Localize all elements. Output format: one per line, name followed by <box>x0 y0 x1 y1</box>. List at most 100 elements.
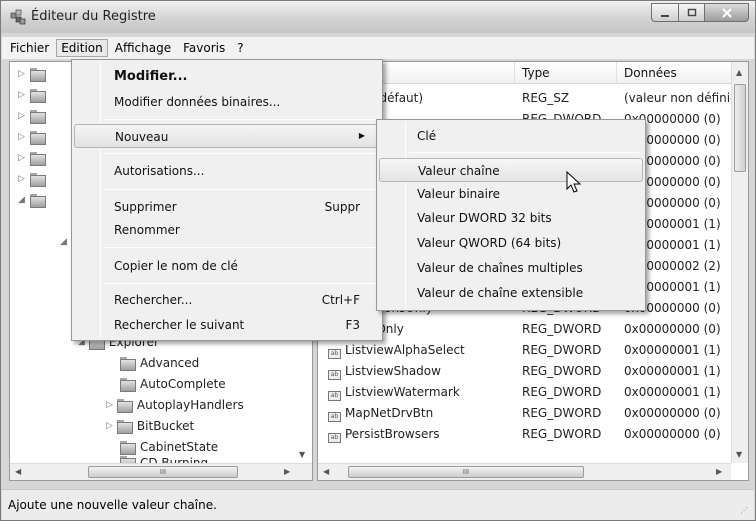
expand-arrow-icon[interactable]: ▷ <box>18 69 25 79</box>
status-bar: Ajoute une nouvelle valeur chaîne. ⋰ <box>2 489 754 520</box>
close-button[interactable] <box>705 3 749 22</box>
table-row[interactable]: ab PersistBrowsers REG_DWORD 0x00000000 (… <box>318 424 736 445</box>
expand-arrow-icon[interactable]: ▷ <box>18 132 25 142</box>
menu-item-label: Valeur chaîne <box>418 164 500 178</box>
tree-item-advanced[interactable]: Advanced <box>120 352 199 373</box>
reg-value-icon: ab <box>328 370 341 380</box>
maximize-icon <box>687 8 696 16</box>
expand-arrow-icon[interactable]: ▷ <box>18 111 25 121</box>
table-row[interactable]: ab ListviewAlphaSelect REG_DWORD 0x000000… <box>318 340 736 361</box>
minimize-button[interactable] <box>651 3 679 22</box>
tree-horizontal-scrollbar[interactable]: ◀ III ▶ <box>10 463 312 480</box>
tree-item-label: CabinetState <box>140 439 219 454</box>
menu-item-modifier-binaire[interactable]: Modifier données binaires... <box>74 90 380 114</box>
folder-icon <box>30 89 46 103</box>
edition-menu: Modifier... Modifier données binaires...… <box>71 59 383 341</box>
table-row[interactable]: ab ListviewWatermark REG_DWORD 0x00000001… <box>318 382 736 403</box>
mouse-cursor-icon <box>566 171 582 193</box>
tree-item-autoplayhandlers[interactable]: ▷ AutoplayHandlers <box>106 394 244 415</box>
title-bar[interactable]: Éditeur du Registre <box>1 1 755 33</box>
scroll-right-arrow-icon[interactable]: ▶ <box>284 467 290 476</box>
expand-arrow-icon[interactable]: ▷ <box>18 90 25 100</box>
menu-item-valeur-chaine[interactable]: Valeur chaîne <box>379 158 643 182</box>
folder-icon <box>30 110 46 124</box>
menu-help[interactable]: ? <box>232 39 248 57</box>
value-name: PersistBrowsers <box>345 427 440 441</box>
expand-arrow-icon[interactable]: ▷ <box>106 421 113 431</box>
menu-edition[interactable]: Edition <box>56 39 108 57</box>
reg-value-icon: ab <box>328 412 341 422</box>
menu-item-nouveau[interactable]: Nouveau ▶ <box>74 124 380 148</box>
collapse-arrow-icon[interactable]: ◢ <box>18 195 25 205</box>
menu-item-label: Modifier... <box>114 69 188 84</box>
values-vscroll-thumb[interactable] <box>734 84 746 172</box>
menu-separator <box>409 152 639 153</box>
value-type: REG_SZ <box>522 91 570 105</box>
menu-affichage[interactable]: Affichage <box>110 39 176 57</box>
value-name: ListviewWatermark <box>345 385 460 399</box>
collapse-arrow-icon[interactable]: ◢ <box>60 237 67 247</box>
submenu-arrow-icon: ▶ <box>358 131 365 140</box>
menu-separator <box>104 247 376 248</box>
menu-item-copier-nom-cle[interactable]: Copier le nom de clé <box>74 254 380 278</box>
values-vertical-scrollbar[interactable]: ▲ ▼ <box>731 62 748 463</box>
menu-fichier[interactable]: Fichier <box>5 39 54 57</box>
menu-item-supprimer[interactable]: Supprimer Suppr <box>74 195 380 219</box>
scroll-up-arrow-icon[interactable]: ▲ <box>736 68 742 77</box>
scroll-right-arrow-icon[interactable]: ▶ <box>716 467 722 476</box>
column-separator[interactable] <box>616 62 617 84</box>
menu-item-rechercher-suivant[interactable]: Rechercher le suivant F3 <box>74 313 380 337</box>
menu-separator <box>104 119 376 120</box>
resize-grip-icon[interactable]: ⋰ <box>740 506 752 518</box>
scroll-left-arrow-icon[interactable]: ◀ <box>323 467 329 476</box>
menu-item-label: Valeur de chaîne extensible <box>417 286 584 300</box>
menu-item-valeur-qword[interactable]: Valeur QWORD (64 bits) <box>379 231 643 255</box>
column-header-data[interactable]: Données <box>624 66 677 80</box>
menu-item-label: Copier le nom de clé <box>114 259 238 273</box>
value-type: REG_DWORD <box>522 343 602 357</box>
value-type: REG_DWORD <box>522 364 602 378</box>
window-title: Éditeur du Registre <box>31 9 156 24</box>
maximize-button[interactable] <box>679 3 705 22</box>
scroll-down-arrow-icon[interactable]: ▼ <box>299 450 305 459</box>
value-type: REG_DWORD <box>522 322 602 336</box>
column-header-type[interactable]: Type <box>522 66 550 80</box>
menu-item-cle[interactable]: Clé <box>379 124 643 148</box>
menu-item-valeur-dword[interactable]: Valeur DWORD 32 bits <box>379 206 643 230</box>
folder-icon <box>30 131 46 145</box>
menu-item-valeur-chaine-extensible[interactable]: Valeur de chaîne extensible <box>379 281 643 305</box>
menu-favoris[interactable]: Favoris <box>178 39 230 57</box>
folder-icon <box>30 194 46 208</box>
tree-item-autocomplete[interactable]: AutoComplete <box>120 373 226 394</box>
folder-icon <box>116 398 133 413</box>
expand-arrow-icon[interactable]: ▷ <box>106 400 113 410</box>
values-horizontal-scrollbar[interactable]: ◀ III ▶ <box>318 463 731 480</box>
menu-item-autorisations[interactable]: Autorisations... <box>74 159 380 183</box>
folder-icon <box>30 173 46 187</box>
scroll-left-arrow-icon[interactable]: ◀ <box>15 467 21 476</box>
menu-item-label: Nouveau <box>115 130 169 144</box>
menu-item-modifier[interactable]: Modifier... <box>74 64 380 88</box>
table-row[interactable]: ab MapNetDrvBtn REG_DWORD 0x00000000 (0) <box>318 403 736 424</box>
nouveau-submenu: Clé Valeur chaîne Valeur binaire Valeur … <box>376 119 646 311</box>
expand-arrow-icon[interactable]: ▷ <box>18 153 25 163</box>
column-separator[interactable] <box>514 62 515 84</box>
menu-item-valeur-chaines-multiples[interactable]: Valeur de chaînes multiples <box>379 256 643 280</box>
menu-shortcut: Ctrl+F <box>321 293 360 307</box>
reg-value-icon: ab <box>328 433 341 443</box>
tree-item-cabinetstate[interactable]: CabinetState <box>120 436 218 457</box>
tree-item-bitbucket[interactable]: ▷ BitBucket <box>106 415 194 436</box>
menu-item-renommer[interactable]: Renommer <box>74 218 380 242</box>
menu-item-valeur-binaire[interactable]: Valeur binaire <box>379 182 643 206</box>
values-hscroll-thumb[interactable]: III <box>348 466 584 478</box>
scroll-down-arrow-icon[interactable]: ▼ <box>736 450 742 459</box>
menu-item-label: Valeur DWORD 32 bits <box>417 211 552 225</box>
table-row[interactable]: ab ListviewShadow REG_DWORD 0x00000001 (1… <box>318 361 736 382</box>
expand-arrow-icon[interactable]: ▷ <box>18 174 25 184</box>
value-data: (valeur non définie) <box>624 91 743 105</box>
tree-hscroll-thumb[interactable]: III <box>88 466 238 478</box>
tree-item-label: Advanced <box>140 355 200 370</box>
value-type: REG_DWORD <box>522 406 602 420</box>
menu-item-rechercher[interactable]: Rechercher... Ctrl+F <box>74 288 380 312</box>
minimize-icon <box>661 14 669 17</box>
